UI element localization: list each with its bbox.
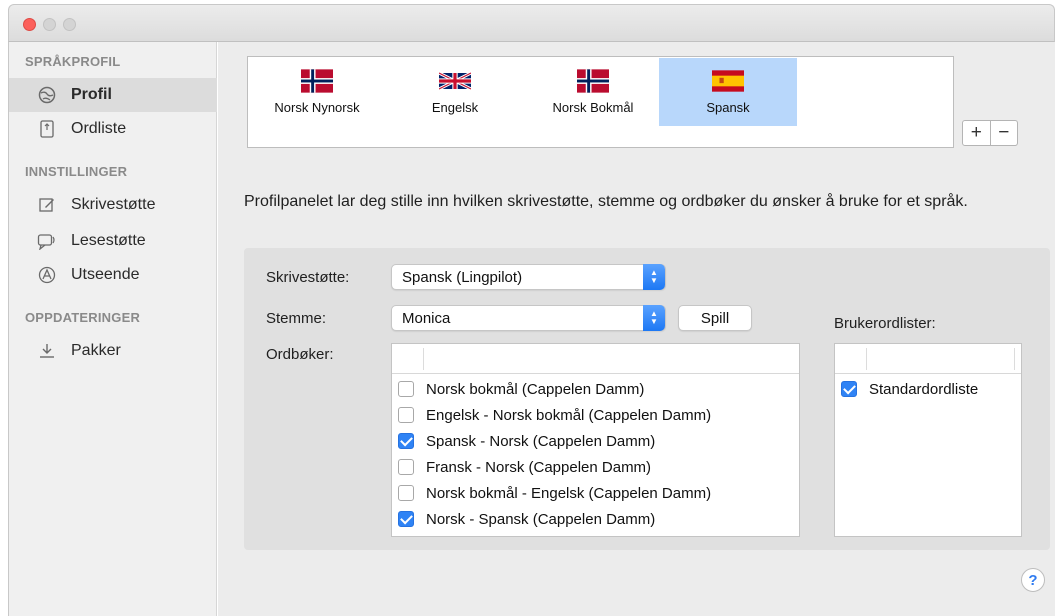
sidebar-item-pakker[interactable]: Pakker xyxy=(9,334,217,368)
profile-description: Profilpanelet lar deg stille inn hvilken… xyxy=(244,193,968,210)
sidebar-header-innstillinger: INNSTILLINGER xyxy=(25,164,128,179)
norway-flag-icon xyxy=(301,69,333,93)
sidebar-header-oppdateringer: OPPDATERINGER xyxy=(25,310,141,325)
dictionary-label: Norsk - Spansk (Cappelen Damm) xyxy=(426,510,656,528)
add-remove-language-control: + − xyxy=(962,120,1018,146)
play-voice-button[interactable]: Spill xyxy=(678,305,752,331)
checkbox[interactable] xyxy=(398,485,414,501)
dictionary-row[interactable]: Fransk - Norsk (Cappelen Damm) xyxy=(392,454,799,480)
profile-panel: Norsk Nynorsk Engelsk Norsk Bokmål Spans… xyxy=(218,42,1055,616)
checkbox[interactable] xyxy=(398,459,414,475)
add-language-button[interactable]: + xyxy=(963,121,990,145)
sidebar-item-label: Profil xyxy=(71,86,112,103)
dictionary-label: Engelsk - Norsk bokmål (Cappelen Damm) xyxy=(426,406,712,424)
brukerordlister-label: Brukerordlister: xyxy=(834,315,936,332)
list-header xyxy=(392,344,799,374)
user-list-row[interactable]: Standardordliste xyxy=(835,376,1021,402)
sidebar-item-label: Skrivestøtte xyxy=(71,196,156,213)
sidebar-item-ordliste[interactable]: Ordliste xyxy=(9,112,217,146)
dictionary-row[interactable]: Norsk bokmål (Cappelen Damm) xyxy=(392,376,799,402)
sidebar-item-profil[interactable]: Profil xyxy=(9,78,217,112)
checkbox-checked[interactable] xyxy=(398,433,414,449)
dictionary-row[interactable]: Norsk - Spansk (Cappelen Damm) xyxy=(392,506,799,532)
download-icon xyxy=(37,341,57,361)
popup-arrows-icon: ▲ ▼ xyxy=(643,264,665,290)
skrivestotte-popup[interactable]: Spansk (Lingpilot) ▲ ▼ xyxy=(391,264,666,290)
sidebar: SPRÅKPROFIL Profil Ordliste INNSTILLINGE… xyxy=(9,42,217,616)
checkbox-checked[interactable] xyxy=(841,381,857,397)
speech-icon xyxy=(37,231,57,251)
sidebar-item-label: Ordliste xyxy=(71,120,127,137)
title-bar xyxy=(8,4,1055,42)
zoom-window-button[interactable] xyxy=(63,18,76,31)
skrivestotte-value: Spansk (Lingpilot) xyxy=(402,268,523,286)
sidebar-item-lesestotte[interactable]: Lesestøtte xyxy=(9,224,217,258)
dictionary-row[interactable]: Spansk - Norsk (Cappelen Damm) xyxy=(392,428,799,454)
sidebar-item-skrivestotte[interactable]: Skrivestøtte xyxy=(9,188,217,222)
dictionaries-list[interactable]: Norsk bokmål (Cappelen Damm) Engelsk - N… xyxy=(391,343,800,537)
ordboker-label: Ordbøker: xyxy=(266,346,334,363)
book-icon xyxy=(37,119,57,139)
sidebar-item-label: Pakker xyxy=(71,342,121,359)
stemme-label: Stemme: xyxy=(266,310,327,327)
dictionary-label: Norsk bokmål - Engelsk (Cappelen Damm) xyxy=(426,484,712,502)
help-button[interactable]: ? xyxy=(1021,568,1045,592)
sidebar-item-utseende[interactable]: Utseende xyxy=(9,258,217,292)
checkbox[interactable] xyxy=(398,381,414,397)
remove-language-button[interactable]: − xyxy=(989,121,1018,145)
list-header xyxy=(835,344,1021,374)
skrivestotte-label: Skrivestøtte: xyxy=(266,269,350,286)
language-label: Spansk xyxy=(706,100,750,115)
profile-settings-box: Skrivestøtte: Spansk (Lingpilot) ▲ ▼ Stem… xyxy=(244,248,1050,550)
stemme-popup[interactable]: Monica ▲ ▼ xyxy=(391,305,666,331)
preferences-window: SPRÅKPROFIL Profil Ordliste INNSTILLINGE… xyxy=(8,42,1055,616)
checkbox[interactable] xyxy=(398,407,414,423)
dictionary-label: Norsk bokmål (Cappelen Damm) xyxy=(426,380,645,398)
dictionary-label: Fransk - Norsk (Cappelen Damm) xyxy=(426,458,652,476)
dictionary-row[interactable]: Engelsk - Norsk bokmål (Cappelen Damm) xyxy=(392,402,799,428)
norway-flag-icon xyxy=(577,69,609,93)
dictionary-row[interactable]: Norsk bokmål - Engelsk (Cappelen Damm) xyxy=(392,480,799,506)
language-norsk-nynorsk[interactable]: Norsk Nynorsk xyxy=(248,58,386,126)
language-list: Norsk Nynorsk Engelsk Norsk Bokmål Spans… xyxy=(247,56,954,148)
spain-flag-icon xyxy=(712,70,744,92)
sidebar-item-label: Lesestøtte xyxy=(71,232,146,249)
dictionary-label: Spansk - Norsk (Cappelen Damm) xyxy=(426,432,656,450)
language-label: Engelsk xyxy=(431,100,479,115)
language-label: Norsk Bokmål xyxy=(552,100,634,115)
language-spansk[interactable]: Spansk xyxy=(659,58,797,126)
user-word-lists[interactable]: Standardordliste xyxy=(834,343,1022,537)
uk-flag-icon xyxy=(439,71,471,91)
sidebar-header-sprakprofil: SPRÅKPROFIL xyxy=(25,54,121,69)
close-window-button[interactable] xyxy=(23,18,36,31)
stemme-value: Monica xyxy=(402,309,451,327)
language-label: Norsk Nynorsk xyxy=(274,100,360,115)
sidebar-item-label: Utseende xyxy=(71,266,140,283)
pencil-icon xyxy=(37,195,57,215)
checkbox-checked[interactable] xyxy=(398,511,414,527)
minimize-window-button[interactable] xyxy=(43,18,56,31)
popup-arrows-icon: ▲ ▼ xyxy=(643,305,665,331)
globe-icon xyxy=(37,85,57,105)
language-engelsk[interactable]: Engelsk xyxy=(386,58,524,126)
language-norsk-bokmal[interactable]: Norsk Bokmål xyxy=(524,58,662,126)
appearance-icon xyxy=(37,265,57,285)
user-list-label: Standardordliste xyxy=(869,380,979,398)
